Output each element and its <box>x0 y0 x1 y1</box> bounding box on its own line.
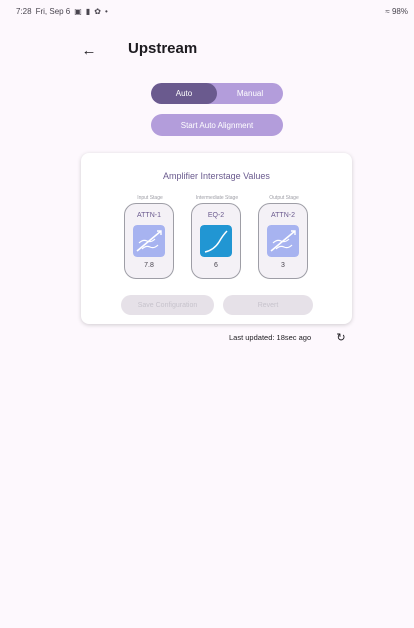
stage-tile-attn-1[interactable]: ATTN-1 7.8 <box>124 203 174 279</box>
input-stage: Input Stage ATTN-1 7.8 <box>118 195 182 279</box>
battery-percent: 98% <box>391 7 408 16</box>
status-bar: 7:28 Fri, Sep 6 ▣ ▮ ✿ • ≈ 98% <box>0 0 414 22</box>
attenuator-icon <box>267 225 299 257</box>
stage-label: Output Stage <box>269 195 299 201</box>
equalizer-curve-icon <box>200 225 232 257</box>
mode-segmented-control: Auto Manual <box>151 83 283 104</box>
stage-tile-attn-2[interactable]: ATTN-2 3 <box>258 203 308 279</box>
intermediate-stage: Intermediate Stage EQ-2 6 <box>185 195 249 279</box>
status-right: ≈ 98% <box>385 7 408 16</box>
wifi-icon: ≈ <box>385 7 390 16</box>
status-left: 7:28 Fri, Sep 6 ▣ ▮ ✿ • <box>16 7 108 16</box>
battery-notification-icon: ▮ <box>85 6 91 16</box>
arrow-left-icon: ← <box>81 41 97 59</box>
stage-value: 7.8 <box>144 262 154 269</box>
gallery-notification-icon: ▣ <box>74 6 82 16</box>
save-configuration-button[interactable]: Save Configuration <box>121 295 214 315</box>
dot-notification-icon: • <box>104 6 108 16</box>
settings-notification-icon: ✿ <box>94 6 101 16</box>
status-date: Fri, Sep 6 <box>35 7 71 16</box>
status-time: 7:28 <box>16 7 32 16</box>
card-title: Amplifier Interstage Values <box>163 171 270 181</box>
mode-auto-tab[interactable]: Auto <box>151 83 217 104</box>
page-title: Upstream <box>128 40 198 57</box>
amplifier-interstage-card: Amplifier Interstage Values Input Stage … <box>81 153 352 324</box>
stage-name: EQ-2 <box>207 212 225 219</box>
stage-value: 6 <box>214 262 218 269</box>
last-updated-text: Last updated: 18sec ago <box>229 333 312 342</box>
stage-name: ATTN-1 <box>137 212 161 219</box>
back-button[interactable]: ← <box>78 39 100 61</box>
mode-manual-tab[interactable]: Manual <box>217 83 283 104</box>
stage-tile-eq-2[interactable]: EQ-2 6 <box>191 203 241 279</box>
refresh-button[interactable]: ↻ <box>334 330 348 344</box>
output-stage: Output Stage ATTN-2 3 <box>252 195 316 279</box>
stage-value: 3 <box>281 262 285 269</box>
start-auto-alignment-button[interactable]: Start Auto Alignment <box>151 114 283 136</box>
attenuator-icon <box>133 225 165 257</box>
stage-name: ATTN-2 <box>271 212 295 219</box>
refresh-icon: ↻ <box>336 331 346 344</box>
revert-button[interactable]: Revert <box>223 295 313 315</box>
